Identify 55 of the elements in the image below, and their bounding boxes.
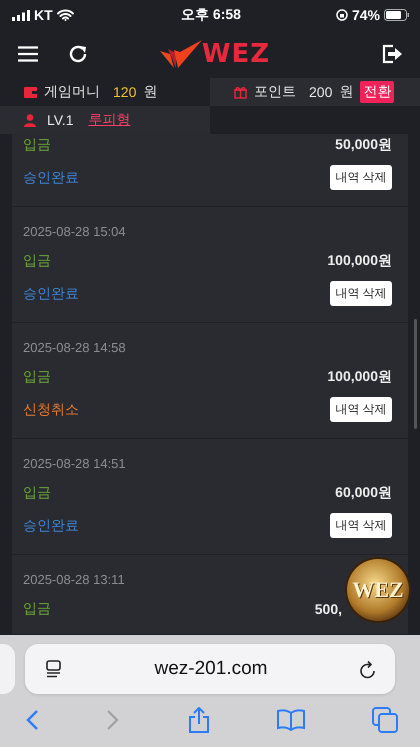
delete-history-button[interactable]: 내역 삭제	[330, 397, 392, 422]
delete-history-button[interactable]: 내역 삭제	[330, 165, 392, 190]
status-text: 승인완료	[23, 284, 79, 302]
amount-text: 50,000원	[335, 136, 392, 154]
amount-text: 100,000원	[327, 252, 392, 270]
point-value: 200	[309, 84, 332, 100]
reader-icon[interactable]	[45, 660, 63, 678]
battery-percent: 74%	[352, 7, 380, 23]
amount-text: 500,	[314, 601, 342, 617]
reload-icon[interactable]	[359, 660, 377, 678]
status-text: 승인완료	[23, 168, 79, 186]
game-money-value: 120	[113, 84, 136, 100]
battery-icon	[384, 9, 410, 21]
gift-icon	[234, 86, 247, 98]
currency-unit: 원	[339, 83, 354, 101]
signal-icon	[12, 10, 30, 20]
user-icon	[24, 114, 36, 126]
back-icon[interactable]	[25, 709, 39, 731]
tab-edge[interactable]	[0, 644, 15, 694]
menu-icon[interactable]	[18, 46, 38, 62]
share-icon[interactable]	[188, 706, 210, 734]
transaction-type: 입금	[23, 252, 51, 270]
rotation-lock-icon	[336, 9, 348, 21]
forward-icon[interactable]	[106, 709, 120, 731]
transaction-type: 입금	[23, 136, 51, 154]
date-time: 2025-08-28 14:58	[23, 339, 127, 357]
wallet-icon	[24, 86, 37, 98]
level-text: LV.1	[47, 112, 74, 128]
date-time: 2025-08-28 14:51	[23, 455, 127, 473]
status-text: 신청취소	[23, 400, 79, 418]
carrier-text: KT	[34, 7, 53, 23]
address-bar[interactable]: wez-201.com	[25, 644, 395, 694]
logout-icon[interactable]	[382, 44, 402, 64]
currency-unit: 원	[143, 83, 158, 101]
url-text: wez-201.com	[154, 658, 268, 680]
point-label: 포인트	[254, 83, 296, 101]
transaction-type: 입금	[23, 600, 51, 618]
amount-text: 100,000원	[327, 368, 392, 386]
refresh-icon[interactable]	[68, 44, 88, 64]
wifi-icon	[56, 9, 74, 21]
date-time: 2025-08-28 13:11	[23, 571, 126, 589]
amount-text: 60,000원	[335, 484, 392, 502]
convert-button[interactable]: 전환	[360, 81, 394, 103]
date-time: 2025-08-28 15:04	[23, 223, 127, 241]
bookmarks-icon[interactable]	[276, 709, 305, 731]
status-text: 승인완료	[23, 516, 79, 534]
transaction-type: 입금	[23, 368, 51, 386]
delete-history-button[interactable]: 내역 삭제	[330, 281, 392, 306]
wez-logo[interactable]: WEZ	[160, 39, 270, 69]
delete-history-button[interactable]: 내역 삭제	[330, 513, 392, 538]
game-money-label: 게임머니	[44, 83, 100, 101]
transaction-type: 입금	[23, 484, 51, 502]
clock-time: 오후 6:58	[181, 6, 241, 22]
nickname-link[interactable]: 루피형	[88, 111, 130, 129]
tabs-icon[interactable]	[372, 707, 398, 733]
